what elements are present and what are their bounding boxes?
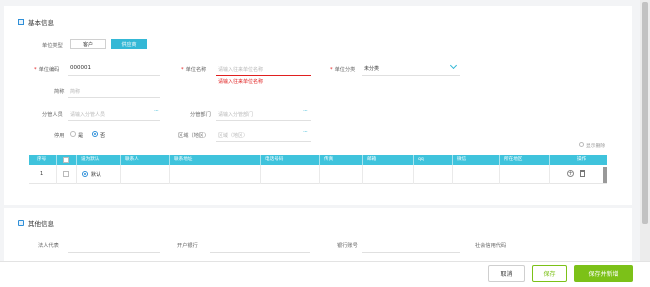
page-scrollbar-thumb[interactable] xyxy=(642,2,648,224)
unit-code-label: * 单位编码 xyxy=(34,67,60,73)
col-address: 联系地址 xyxy=(174,157,193,162)
manager-underline xyxy=(68,120,160,121)
save-and-new-button[interactable]: 保存并新增 xyxy=(574,265,633,282)
region-underline xyxy=(216,141,311,142)
col-contact: 联系人 xyxy=(125,157,139,162)
row-default-radio[interactable] xyxy=(82,171,88,177)
unit-name-label: * 单位名称 xyxy=(181,67,207,73)
enabled-yes-text: 是 xyxy=(78,133,84,139)
unit-name-input[interactable]: 请输入往来单位名称 xyxy=(218,66,263,73)
other-info-card xyxy=(4,208,632,268)
col-actions: 操作 xyxy=(577,157,587,162)
row-index: 1 xyxy=(40,171,44,177)
col-wechat: 微信 xyxy=(457,157,467,162)
other-info-title: 其他信息 xyxy=(18,218,54,228)
more-icon[interactable]: ··· xyxy=(154,108,159,115)
credit-code-label: 社会信用代码 xyxy=(475,243,507,249)
region-input[interactable]: 区域（地区） xyxy=(218,132,248,139)
more-icon[interactable]: ··· xyxy=(303,108,308,115)
enabled-yes-radio[interactable] xyxy=(70,131,76,137)
other-info-title-text: 其他信息 xyxy=(28,220,54,228)
table-row: 1 默认 + xyxy=(29,165,607,184)
select-all-checkbox[interactable] xyxy=(63,157,69,163)
lock-icon xyxy=(18,220,24,226)
enabled-no-radio[interactable] xyxy=(92,131,98,137)
add-row-icon[interactable]: + xyxy=(567,170,574,177)
bank-account-label: 银行账号 xyxy=(337,243,358,249)
row-default-label: 默认 xyxy=(91,172,102,178)
col-qq: qq xyxy=(418,157,424,162)
cancel-button[interactable]: 取消 xyxy=(488,265,525,282)
legal-rep-label: 法人代表 xyxy=(38,243,59,249)
page-scrollbar[interactable] xyxy=(640,0,650,287)
unit-type-label: 单位类型 xyxy=(42,43,63,49)
basic-info-title: 基本信息 xyxy=(18,17,54,27)
department-underline xyxy=(216,120,311,121)
table-scrollbar[interactable] xyxy=(603,167,607,183)
row-checkbox[interactable] xyxy=(63,171,69,177)
col-region: 所在地区 xyxy=(504,157,523,162)
unit-code-input[interactable]: 000001 xyxy=(70,65,91,71)
unit-type-customer-button[interactable]: 客户 xyxy=(70,39,106,49)
department-label: 分管部门 xyxy=(190,112,211,118)
short-name-underline xyxy=(68,97,160,98)
manager-label: 分管人员 xyxy=(42,112,63,118)
unit-category-underline xyxy=(362,75,460,76)
region-label: 区域（地区） xyxy=(178,133,210,139)
unit-code-underline xyxy=(68,75,160,76)
unit-name-underline xyxy=(216,75,311,76)
col-default: 设为默认 xyxy=(81,157,100,162)
unit-category-label: * 单位分类 xyxy=(330,67,356,73)
col-fax: 传真 xyxy=(324,157,334,162)
show-deleted-checkbox[interactable] xyxy=(579,142,584,147)
contacts-table-header: 序号 设为默认 联系人 联系地址 电话号码 传真 邮箱 qq 微信 所在地区 操… xyxy=(29,155,607,165)
legal-rep-underline xyxy=(68,252,160,253)
unit-name-error: 请输入往来单位名称 xyxy=(218,79,264,85)
save-button[interactable]: 保存 xyxy=(532,265,567,282)
short-name-input[interactable]: 简称 xyxy=(70,88,80,95)
show-deleted-label: 显示删除 xyxy=(586,144,606,149)
col-email: 邮箱 xyxy=(367,157,377,162)
manager-input[interactable]: 请输入分管人员 xyxy=(70,111,105,118)
enabled-no-text: 否 xyxy=(100,133,106,139)
basic-info-title-text: 基本信息 xyxy=(28,19,54,27)
bank-label: 开户银行 xyxy=(177,243,198,249)
unit-category-select[interactable]: 未分类 xyxy=(364,65,379,72)
short-name-label: 简称 xyxy=(54,89,65,95)
col-index: 序号 xyxy=(37,157,47,162)
delete-icon[interactable] xyxy=(580,170,585,177)
document-icon xyxy=(18,19,24,25)
bank-account-underline xyxy=(362,252,460,253)
department-input[interactable]: 请输入分管部门 xyxy=(218,111,253,118)
col-phone: 电话号码 xyxy=(265,157,284,162)
more-icon[interactable]: ··· xyxy=(303,129,308,136)
bank-underline xyxy=(210,252,310,253)
enabled-label: 停用 xyxy=(54,133,65,139)
unit-type-supplier-button[interactable]: 供应商 xyxy=(111,39,147,49)
